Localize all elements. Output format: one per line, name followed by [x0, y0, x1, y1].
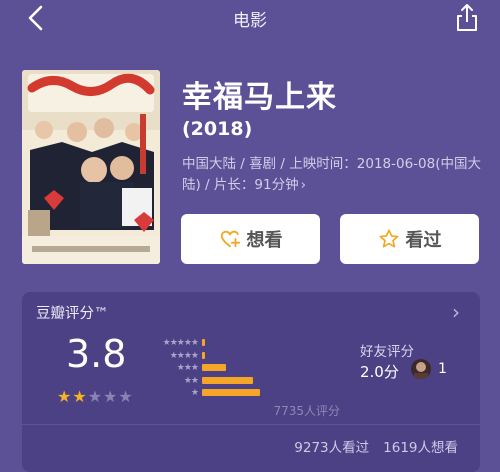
seen-button[interactable]: 看过 [340, 214, 479, 264]
rating-title: 豆瓣评分™ [36, 306, 109, 322]
want-count[interactable]: 1619人想看 [383, 440, 458, 456]
distribution-stars: ★★★★ [169, 350, 199, 361]
seen-label: 看过 [405, 230, 442, 251]
distribution-track [202, 376, 372, 384]
friend-rating-count: 1 [438, 361, 447, 377]
distribution-track [202, 351, 372, 359]
want-label: 想看 [246, 230, 283, 251]
friend-rating-label: 好友评分 [360, 344, 414, 360]
movie-poster[interactable] [22, 70, 160, 264]
divider [22, 424, 480, 425]
star-empty-icon: ★ [103, 387, 119, 406]
star-filled-icon: ★ [57, 387, 73, 406]
distribution-bar [202, 376, 253, 384]
seen-count[interactable]: 9273人看过 [294, 440, 369, 456]
distribution-stars: ★★ [183, 375, 199, 386]
distribution-track [202, 389, 372, 396]
distribution-bar [202, 364, 226, 371]
movie-meta-text: 中国大陆 / 喜剧 / 上映时间：2018-06-08(中国大陆) / 片长：9… [182, 156, 481, 193]
rating-score: 3.8 [66, 332, 127, 376]
heart-plus-icon [220, 230, 240, 248]
star-outline-icon [379, 229, 398, 248]
watch-stats: 9273人看过 1619人想看 [294, 436, 458, 456]
star-empty-icon: ★ [87, 387, 104, 406]
score-stars: ★★★★★ [57, 387, 134, 406]
avatar[interactable] [411, 359, 431, 379]
distribution-bar [202, 389, 260, 396]
distribution-stars: ★★★★★ [162, 338, 199, 348]
movie-meta[interactable]: 中国大陆 / 喜剧 / 上映时间：2018-06-08(中国大陆) / 片长：9… [182, 154, 482, 196]
distribution-track [202, 364, 372, 371]
star-filled-icon: ★ [72, 387, 88, 406]
distribution-bar [202, 351, 205, 359]
top-bar: 电影 [0, 0, 500, 36]
rating-count: 7735人评分 [273, 404, 340, 418]
distribution-track [202, 339, 372, 346]
friend-rating-score: 2.0分 [360, 363, 399, 381]
star-empty-icon: ★ [118, 387, 134, 406]
want-to-watch-button[interactable]: 想看 [181, 214, 320, 264]
rating-card[interactable]: 豆瓣评分™ › 3.8 ★★★★★ ★★★★★ ★★★★ ★★★ ★★ ★ 7735人评… [22, 292, 480, 472]
movie-year: (2018) [182, 118, 253, 140]
distribution-stars: ★ [190, 388, 199, 398]
movie-title: 幸福马上来 [182, 80, 337, 115]
chevron-right-icon[interactable]: › [301, 177, 306, 193]
distribution-stars: ★★★ [176, 363, 199, 373]
distribution-bar [202, 339, 205, 346]
share-icon[interactable] [452, 2, 482, 32]
chevron-right-icon[interactable]: › [452, 300, 460, 324]
page-title: 电影 [233, 11, 267, 31]
